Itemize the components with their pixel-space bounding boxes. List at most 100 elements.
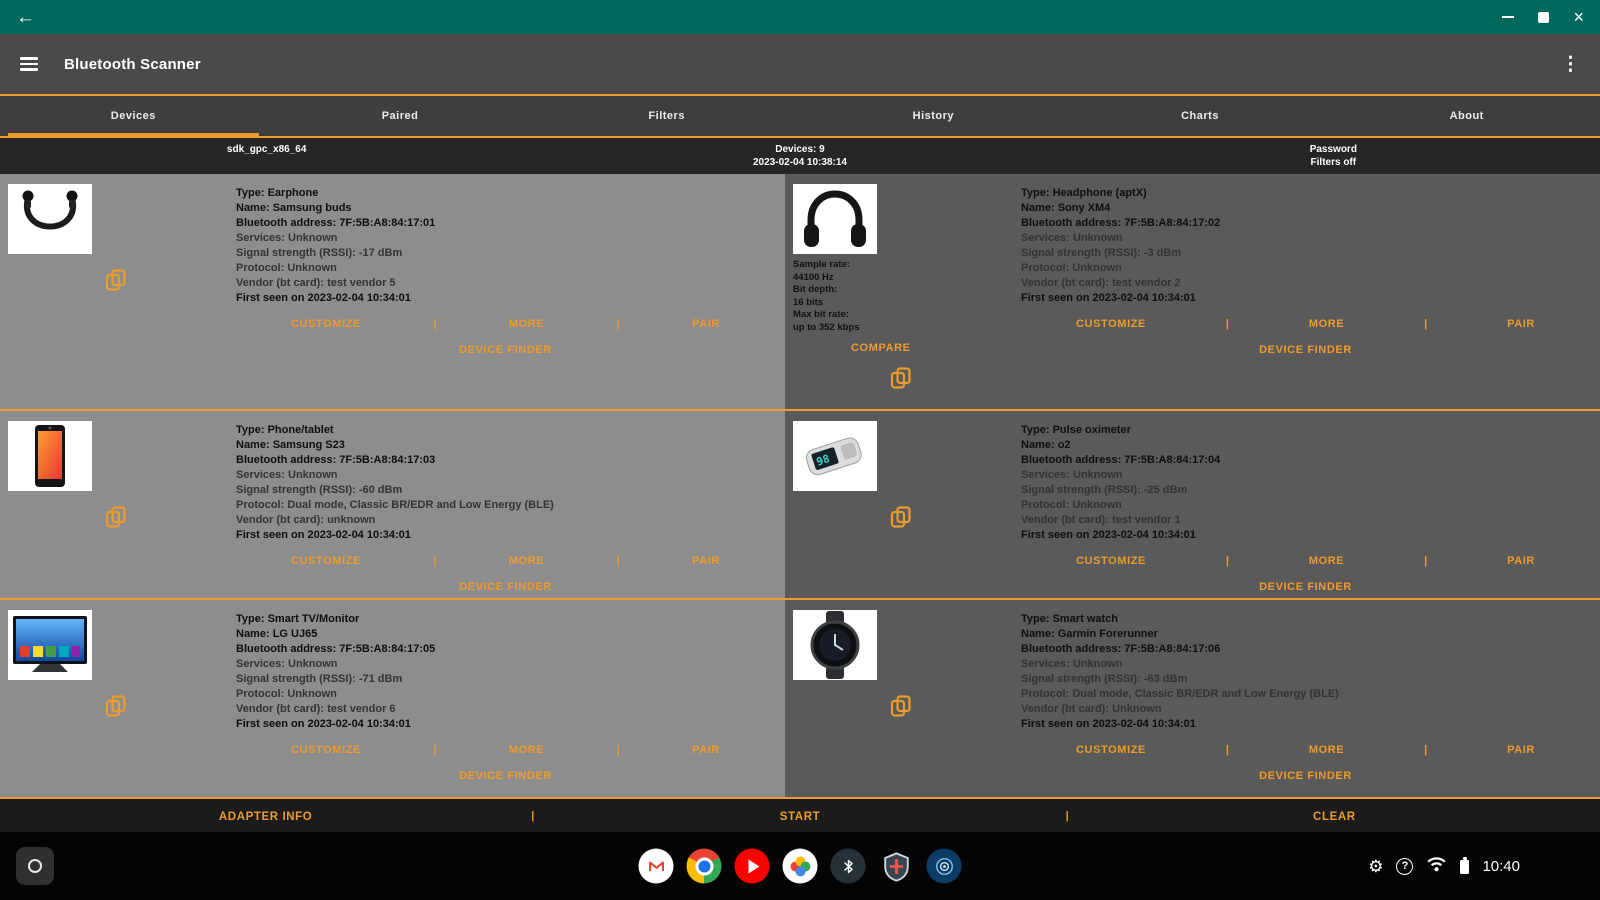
more-button[interactable]: MORE bbox=[1309, 555, 1344, 567]
field-value: 2023-02-04 10:34:01 bbox=[307, 718, 411, 730]
field-label: Type: bbox=[1021, 613, 1050, 625]
field-label: Protocol: bbox=[236, 499, 285, 511]
device-finder-button[interactable]: DEVICE FINDER bbox=[1259, 770, 1352, 782]
google-photos-icon[interactable] bbox=[782, 848, 818, 884]
headphone-image bbox=[804, 190, 866, 247]
tab-filters[interactable]: Filters bbox=[533, 96, 800, 136]
help-icon[interactable]: ? bbox=[1396, 857, 1414, 875]
field-value: -63 dBm bbox=[1143, 673, 1188, 685]
services-line: Services: Unknown bbox=[236, 468, 775, 483]
device-info: Type: Headphone (aptX) Name: Sony XM4 Bl… bbox=[1021, 184, 1600, 409]
device-media bbox=[8, 610, 236, 797]
device-finder-button[interactable]: DEVICE FINDER bbox=[459, 581, 552, 593]
first-seen-line: First seen on 2023-02-04 10:34:01 bbox=[1021, 717, 1590, 732]
card-actions: CUSTOMIZE | MORE | PAIR bbox=[236, 318, 775, 330]
pair-button[interactable]: PAIR bbox=[692, 318, 720, 330]
action-separator: | bbox=[433, 555, 437, 567]
minimize-button[interactable] bbox=[1502, 16, 1515, 18]
close-button[interactable]: × bbox=[1573, 8, 1584, 26]
action-separator: | bbox=[616, 318, 620, 330]
more-button[interactable]: MORE bbox=[1309, 318, 1344, 330]
field-value: Unknown bbox=[288, 469, 338, 481]
customize-button[interactable]: CUSTOMIZE bbox=[1076, 318, 1146, 330]
tab-devices[interactable]: Devices bbox=[0, 96, 267, 136]
field-value: Unknown bbox=[1112, 703, 1162, 715]
pair-button[interactable]: PAIR bbox=[1507, 744, 1535, 756]
minimize-icon bbox=[1502, 16, 1515, 18]
adapter-info-button[interactable]: ADAPTER INFO bbox=[219, 811, 312, 823]
first-seen-line: First seen on 2023-02-04 10:34:01 bbox=[236, 291, 775, 306]
copy-icon bbox=[105, 269, 126, 291]
more-button[interactable]: MORE bbox=[509, 744, 544, 756]
field-value: test vendor 1 bbox=[1112, 514, 1181, 526]
device-info: Type: Smart watch Name: Garmin Forerunne… bbox=[1021, 610, 1600, 797]
clear-button[interactable]: CLEAR bbox=[1313, 811, 1356, 823]
field-label: Bluetooth address: bbox=[1021, 454, 1122, 466]
clock[interactable]: 10:40 bbox=[1482, 858, 1520, 875]
action-separator: | bbox=[616, 555, 620, 567]
youtube-icon[interactable] bbox=[734, 848, 770, 884]
copy-button[interactable] bbox=[889, 366, 913, 390]
copy-button[interactable] bbox=[104, 268, 128, 292]
field-value: -60 dBm bbox=[358, 484, 403, 496]
scan-summary: Devices: 9 2023-02-04 10:38:14 bbox=[533, 143, 1066, 174]
pair-button[interactable]: PAIR bbox=[692, 744, 720, 756]
compare-button[interactable]: COMPARE bbox=[851, 342, 911, 354]
tab-charts[interactable]: Charts bbox=[1067, 96, 1334, 136]
field-value: test vendor 6 bbox=[327, 703, 396, 715]
pair-button[interactable]: PAIR bbox=[1507, 318, 1535, 330]
customize-button[interactable]: CUSTOMIZE bbox=[291, 318, 361, 330]
tab-paired[interactable]: Paired bbox=[267, 96, 534, 136]
device-card-phone: Type: Phone/tablet Name: Samsung S23 Blu… bbox=[0, 411, 785, 600]
radar-app-icon[interactable] bbox=[926, 848, 962, 884]
copy-icon bbox=[890, 506, 911, 528]
status-tray[interactable]: ⚙ ? 10:40 bbox=[1368, 855, 1584, 877]
overflow-menu-icon[interactable]: ⋮ bbox=[1561, 53, 1580, 76]
shield-app-icon[interactable] bbox=[879, 849, 914, 884]
services-line: Services: Unknown bbox=[1021, 657, 1590, 672]
copy-button[interactable] bbox=[889, 505, 913, 529]
gear-icon[interactable]: ⚙ bbox=[1368, 858, 1383, 875]
battery-icon[interactable] bbox=[1460, 857, 1470, 874]
chrome-icon[interactable] bbox=[686, 848, 722, 884]
name-line: Name: Samsung buds bbox=[236, 201, 775, 216]
device-media bbox=[8, 421, 236, 598]
device-finder-button[interactable]: DEVICE FINDER bbox=[459, 344, 552, 356]
name-line: Name: LG UJ65 bbox=[236, 627, 775, 642]
launcher-button[interactable] bbox=[16, 847, 54, 885]
customize-button[interactable]: CUSTOMIZE bbox=[291, 744, 361, 756]
device-finder-button[interactable]: DEVICE FINDER bbox=[459, 770, 552, 782]
tab-history[interactable]: History bbox=[800, 96, 1067, 136]
customize-button[interactable]: CUSTOMIZE bbox=[1076, 555, 1146, 567]
action-separator: | bbox=[1424, 555, 1428, 567]
more-button[interactable]: MORE bbox=[509, 318, 544, 330]
start-button[interactable]: START bbox=[780, 811, 820, 823]
bit-depth-label: Bit depth: bbox=[793, 284, 838, 295]
copy-button[interactable] bbox=[104, 505, 128, 529]
hamburger-menu-icon[interactable] bbox=[20, 57, 38, 71]
protocol-line: Protocol: Unknown bbox=[1021, 261, 1590, 276]
action-separator: | bbox=[433, 318, 437, 330]
back-icon[interactable]: ← bbox=[16, 8, 35, 27]
tab-about[interactable]: About bbox=[1333, 96, 1600, 136]
action-separator: | bbox=[1225, 744, 1229, 756]
device-finder-button[interactable]: DEVICE FINDER bbox=[1259, 344, 1352, 356]
more-button[interactable]: MORE bbox=[509, 555, 544, 567]
device-finder-button[interactable]: DEVICE FINDER bbox=[1259, 581, 1352, 593]
customize-button[interactable]: CUSTOMIZE bbox=[1076, 744, 1146, 756]
customize-button[interactable]: CUSTOMIZE bbox=[291, 555, 361, 567]
copy-button[interactable] bbox=[889, 694, 913, 718]
field-label: Bluetooth address: bbox=[1021, 643, 1122, 655]
field-value: Pulse oximeter bbox=[1052, 424, 1131, 436]
gmail-icon[interactable] bbox=[638, 848, 674, 884]
wifi-icon[interactable] bbox=[1426, 855, 1447, 877]
card-actions: CUSTOMIZE | MORE | PAIR bbox=[236, 555, 775, 567]
copy-button[interactable] bbox=[104, 694, 128, 718]
more-button[interactable]: MORE bbox=[1309, 744, 1344, 756]
pair-button[interactable]: PAIR bbox=[692, 555, 720, 567]
bluetooth-scanner-app-icon[interactable] bbox=[830, 848, 866, 884]
pair-button[interactable]: PAIR bbox=[1507, 555, 1535, 567]
maximize-button[interactable] bbox=[1538, 11, 1550, 23]
field-value: Unknown bbox=[288, 658, 338, 670]
vendor-line: Vendor (bt card): test vendor 1 bbox=[1021, 513, 1590, 528]
